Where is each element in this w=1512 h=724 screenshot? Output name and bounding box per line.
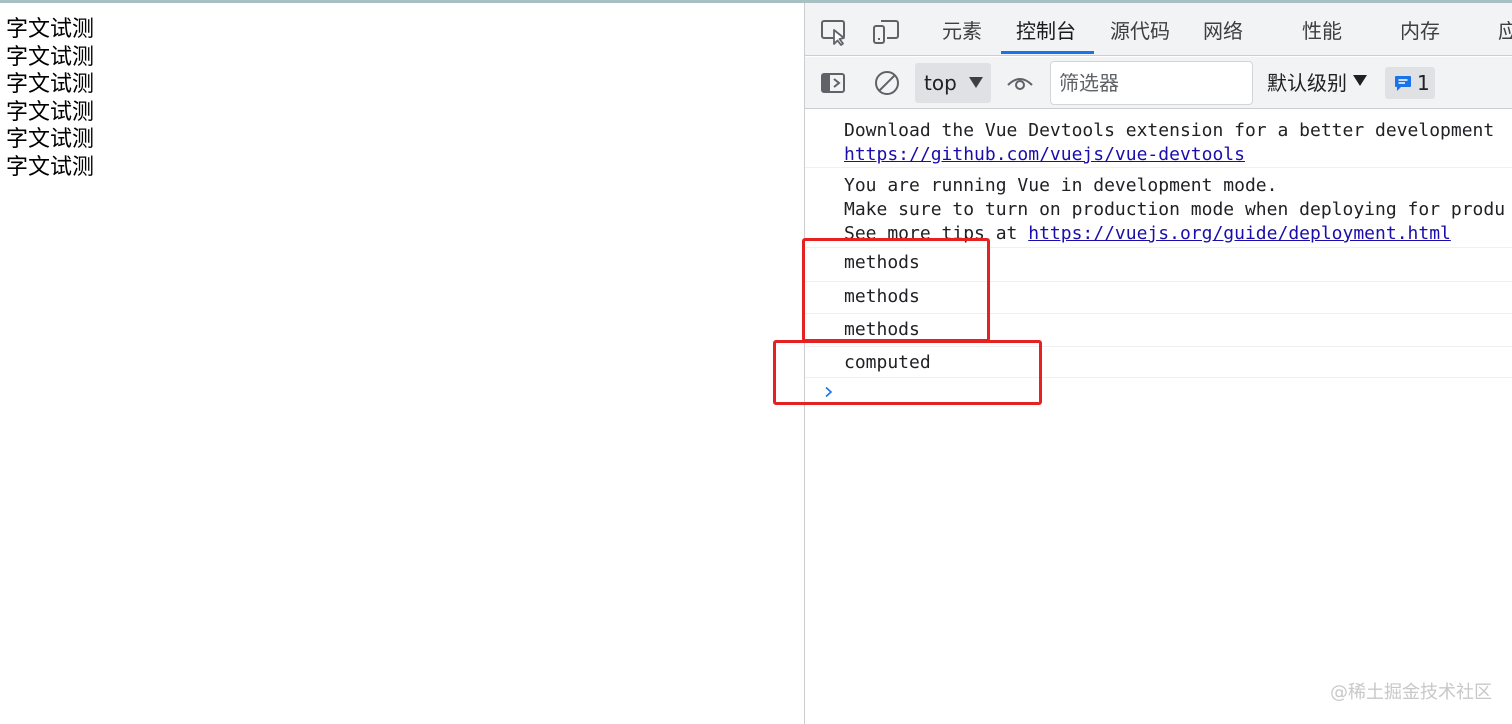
clear-console-icon[interactable] <box>873 69 901 97</box>
caret-down-icon <box>969 77 983 88</box>
console-message: You are running Vue in development mode.… <box>805 168 1512 248</box>
page-text-line: 字文试测 <box>6 99 95 125</box>
tab-application[interactable]: 应 <box>1498 17 1512 45</box>
console-toolbar: top 默认级别 1 <box>805 57 1512 109</box>
issues-count: 1 <box>1417 71 1430 95</box>
page-content: 字文试测 字文试测 字文试测 字文试测 字文试测 字文试测 <box>6 16 94 181</box>
console-message: Download the Vue Devtools extension for … <box>805 110 1512 168</box>
tab-network[interactable]: 网络 <box>1203 17 1243 45</box>
inspect-element-icon[interactable] <box>819 17 849 47</box>
console-message-text: Download the Vue Devtools extension for … <box>844 120 1495 141</box>
device-toolbar-icon[interactable] <box>871 17 901 47</box>
tab-console[interactable]: 控制台 <box>1016 17 1076 45</box>
page-text-line: 字文试测 <box>6 17 95 42</box>
console-message-text: Make sure to turn on production mode whe… <box>844 199 1506 220</box>
issues-counter-button[interactable]: 1 <box>1385 67 1435 99</box>
tab-sources[interactable]: 源代码 <box>1110 17 1170 45</box>
issues-message-icon <box>1395 76 1411 91</box>
sidebar-toggle-icon[interactable] <box>819 69 847 97</box>
log-level-label: 默认级别 <box>1267 71 1347 95</box>
console-message-text: You are running Vue in development mode. <box>844 175 1278 196</box>
tab-performance[interactable]: 性能 <box>1302 17 1342 45</box>
devtools-tab-bar: 元素 控制台 源代码 网络 性能 内存 应 <box>805 3 1512 56</box>
live-expression-eye-icon[interactable] <box>1005 69 1035 97</box>
context-selector-label: top <box>924 71 957 95</box>
methods-highlight-box <box>802 238 990 342</box>
tab-memory[interactable]: 内存 <box>1400 17 1440 45</box>
log-level-selector[interactable]: 默认级别 <box>1267 69 1367 97</box>
watermark: @稀土掘金技术社区 <box>1330 682 1492 703</box>
context-selector[interactable]: top <box>915 63 991 103</box>
active-tab-indicator <box>1001 51 1094 54</box>
page-text-line: 字文试测 <box>6 127 95 152</box>
page-text-line: 字文试测 <box>6 154 95 180</box>
tab-elements[interactable]: 元素 <box>942 17 982 45</box>
vue-devtools-link[interactable]: https://github.com/vuejs/vue-devtools <box>844 144 1245 165</box>
caret-down-icon <box>1353 75 1367 86</box>
filter-input[interactable] <box>1050 61 1253 105</box>
page-text-line: 字文试测 <box>6 72 95 97</box>
page-text-line: 字文试测 <box>6 44 95 70</box>
page-viewport: 字文试测 字文试测 字文试测 字文试测 字文试测 字文试测 <box>0 3 804 724</box>
vue-deployment-guide-link[interactable]: https://vuejs.org/guide/deployment.html <box>1028 223 1451 244</box>
computed-highlight-box <box>773 340 1042 405</box>
